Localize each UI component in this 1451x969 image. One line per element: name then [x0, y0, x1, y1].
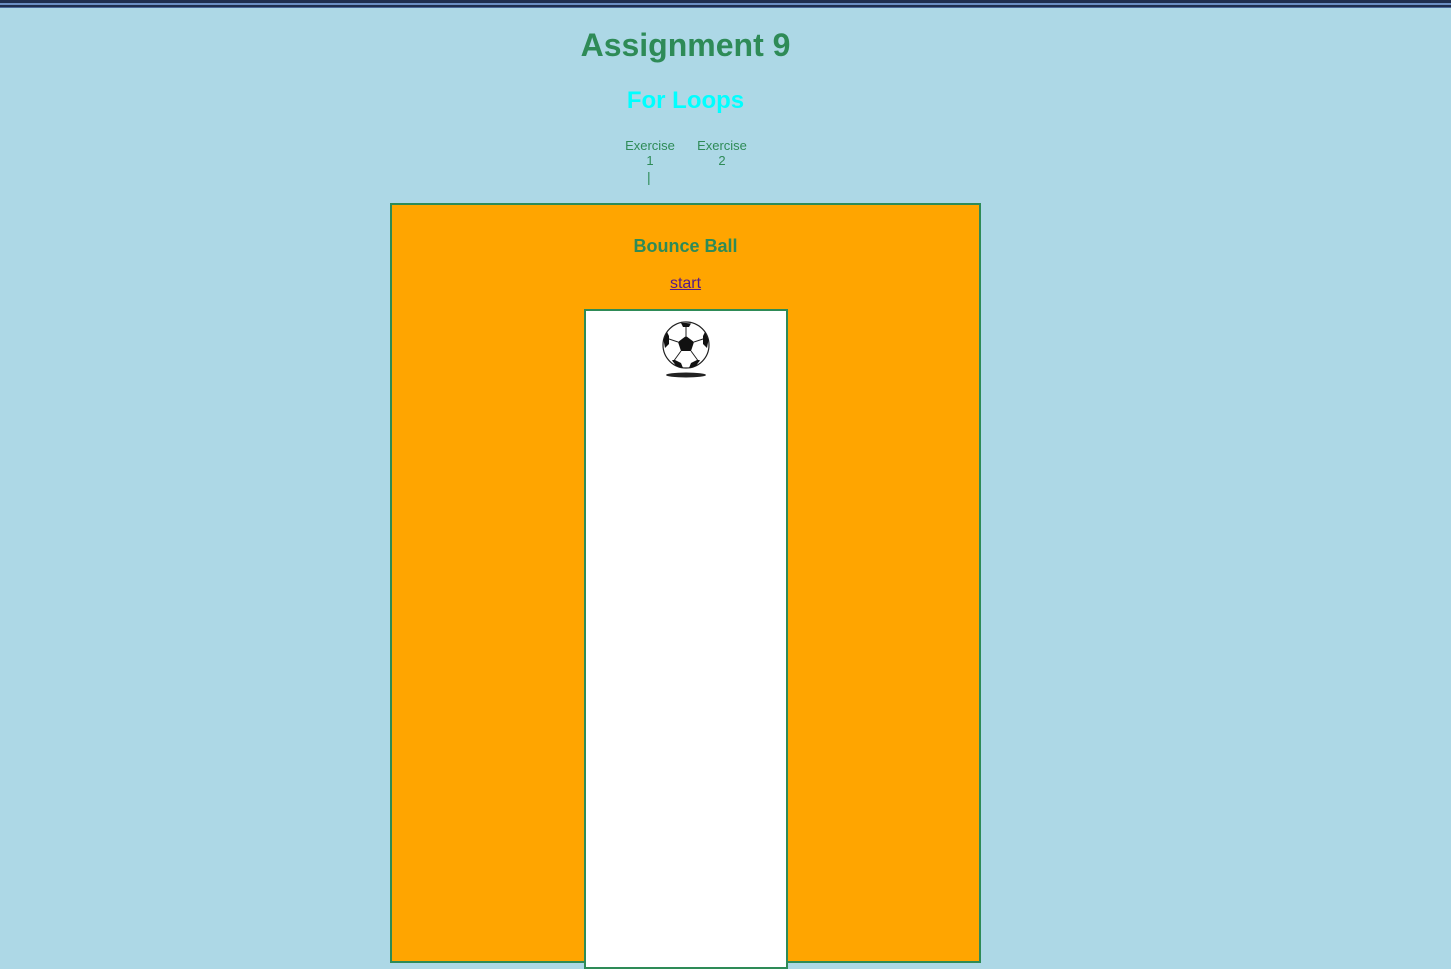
nav-item-number: 2: [718, 153, 726, 168]
exercise-nav: Exercise 1 | Exercise 2: [620, 138, 760, 188]
start-link[interactable]: start: [670, 275, 701, 292]
nav-item-exercise-2[interactable]: Exercise 2: [692, 138, 752, 168]
panel-title: Bounce Ball: [633, 236, 738, 256]
nav-item-label: Exercise: [625, 138, 675, 153]
start-link-wrapper: start: [392, 275, 979, 293]
page-title: Assignment 9: [580, 27, 791, 63]
top-border: [0, 0, 1451, 8]
bounce-ball-panel: Bounce Ball start: [390, 203, 981, 969]
top-border-line: [0, 3, 1451, 5]
nav-item-label: Exercise: [697, 138, 747, 153]
soccer-ball-icon: [662, 321, 710, 378]
nav-separator: |: [647, 169, 651, 185]
nav-item-number: 1: [646, 153, 654, 168]
ball-canvas: [584, 309, 788, 969]
nav-item-exercise-1[interactable]: Exercise 1: [620, 138, 680, 168]
page-subtitle: For Loops: [626, 87, 745, 114]
